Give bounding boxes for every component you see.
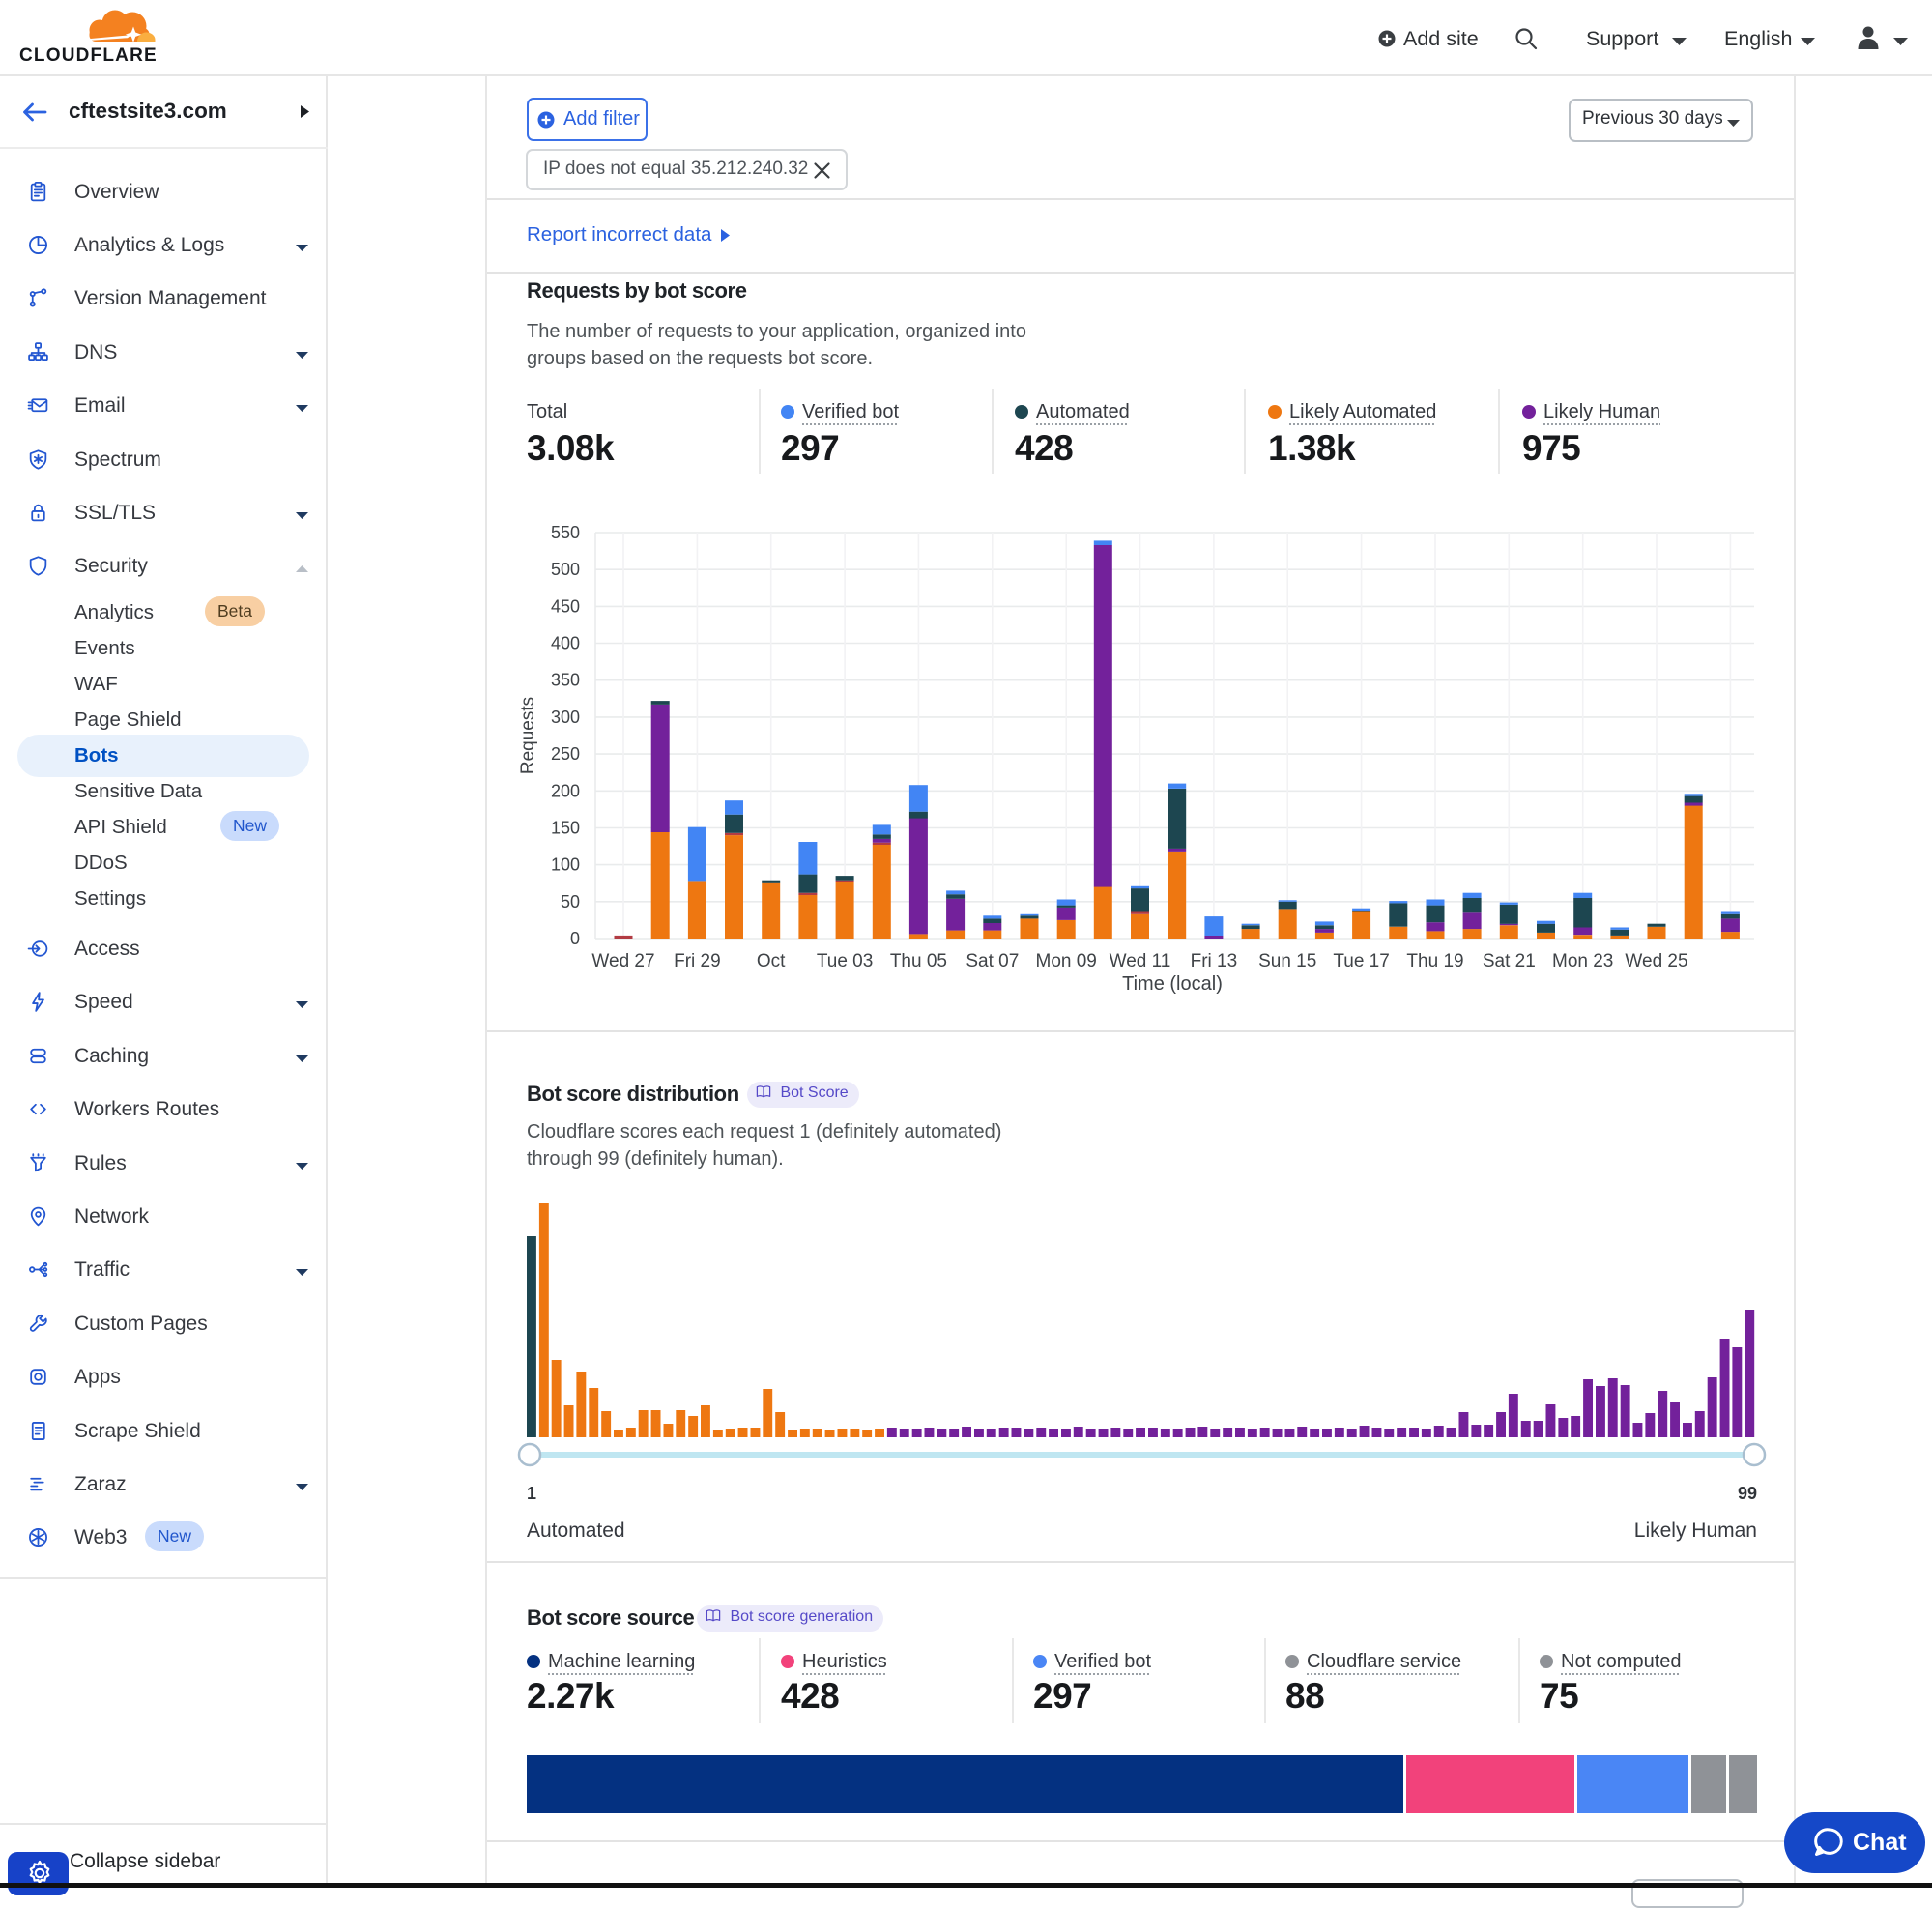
svg-text:0: 0 [570, 929, 580, 948]
svg-text:CLOUDFLARE: CLOUDFLARE [19, 45, 158, 66]
svg-text:Requests: Requests [518, 697, 538, 774]
svg-text:50: 50 [561, 892, 580, 911]
svg-text:Likely Human: Likely Human [1634, 1519, 1757, 1542]
svg-text:99: 99 [1738, 1484, 1757, 1503]
svg-text:Automated: Automated [527, 1519, 625, 1542]
svg-text:Sat 07: Sat 07 [966, 951, 1019, 971]
svg-text:Mon 23: Mon 23 [1552, 951, 1613, 971]
svg-text:200: 200 [551, 781, 580, 800]
svg-text:300: 300 [551, 708, 580, 727]
svg-text:Tue 17: Tue 17 [1333, 951, 1389, 971]
svg-text:100: 100 [551, 855, 580, 875]
svg-text:450: 450 [551, 596, 580, 616]
svg-text:400: 400 [551, 634, 580, 653]
svg-text:Time (local): Time (local) [1122, 973, 1223, 995]
svg-text:Sun 15: Sun 15 [1258, 951, 1316, 971]
svg-text:Thu 19: Thu 19 [1406, 951, 1463, 971]
svg-text:350: 350 [551, 671, 580, 690]
svg-text:Wed 27: Wed 27 [591, 951, 654, 971]
svg-text:Fri 29: Fri 29 [674, 951, 721, 971]
svg-text:Oct: Oct [757, 951, 786, 971]
svg-text:Sat 21: Sat 21 [1483, 951, 1536, 971]
svg-text:Fri 13: Fri 13 [1191, 951, 1238, 971]
svg-text:Tue 03: Tue 03 [817, 951, 873, 971]
svg-text:Mon 09: Mon 09 [1036, 951, 1097, 971]
svg-text:Wed 11: Wed 11 [1110, 951, 1171, 971]
svg-text:150: 150 [551, 819, 580, 838]
svg-text:Thu 05: Thu 05 [890, 951, 947, 971]
svg-text:250: 250 [551, 744, 580, 764]
svg-text:550: 550 [551, 523, 580, 542]
svg-text:1: 1 [527, 1484, 536, 1503]
svg-text:Wed 25: Wed 25 [1625, 951, 1687, 971]
svg-text:500: 500 [551, 560, 580, 579]
